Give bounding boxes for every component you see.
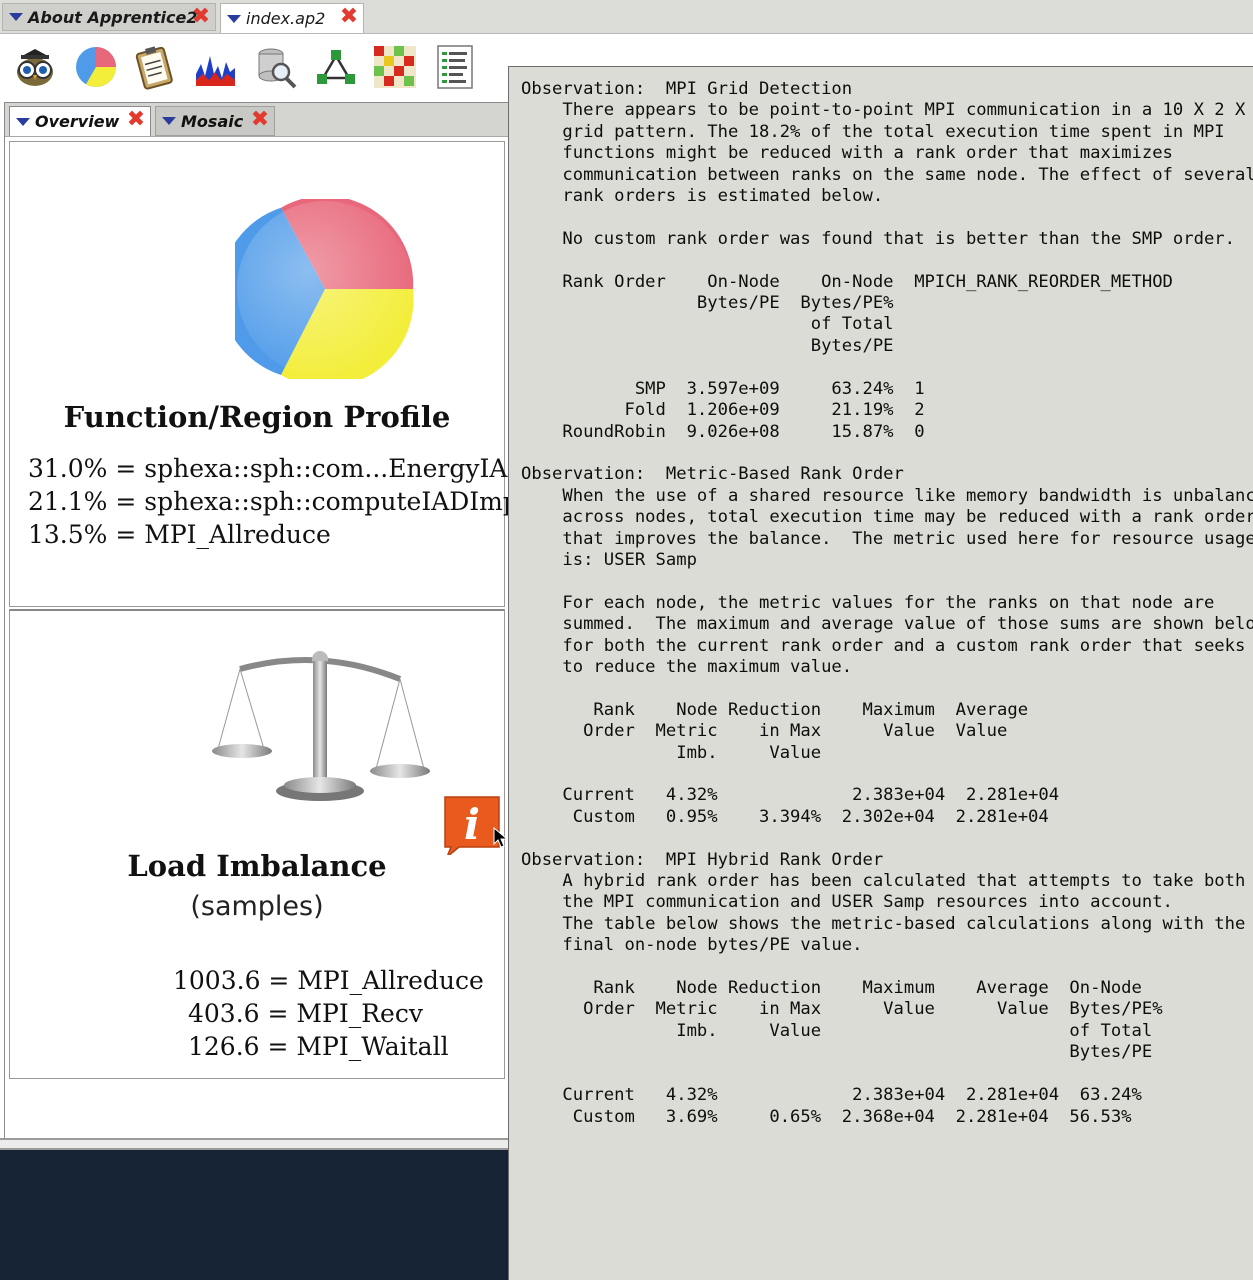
document-tab-bar: About Apprentice2 ✖ index.ap2 ✖	[0, 0, 1253, 34]
imbalance-title: Load Imbalance	[127, 849, 387, 883]
tab-menu-triangle-icon[interactable]	[16, 117, 30, 126]
tab-label: Overview	[35, 112, 120, 131]
divider	[0, 1138, 510, 1150]
tab-index-ap2[interactable]: index.ap2 ✖	[220, 3, 364, 33]
report-toolbar	[0, 34, 510, 102]
tab-mosaic[interactable]: Mosaic ✖	[155, 106, 275, 136]
profile-title: Function/Region Profile	[63, 400, 451, 434]
close-icon[interactable]: ✖	[191, 6, 211, 28]
profile-line: 31.0% = sphexa::sph::com...EnergyIAD	[28, 454, 528, 483]
pie-chart-icon[interactable]	[73, 44, 119, 90]
close-icon[interactable]: ✖	[339, 6, 359, 28]
clipboard-icon[interactable]	[132, 44, 178, 90]
text-report-icon[interactable]	[432, 44, 478, 90]
tab-about-apprentice2[interactable]: About Apprentice2 ✖	[2, 3, 216, 31]
tab-label: About Apprentice2	[28, 7, 198, 27]
observation-heading: Observation: Metric-Based Rank Order	[521, 464, 904, 485]
imbalance-subtitle: (samples)	[190, 891, 324, 922]
close-icon[interactable]: ✖	[250, 109, 270, 131]
observation-body: There appears to be point-to-point MPI c…	[562, 100, 1253, 442]
observation-heading: Observation: MPI Grid Detection	[521, 79, 853, 99]
info-glyph: i	[464, 800, 480, 849]
view-tab-bar: Overview ✖ Mosaic ✖	[5, 103, 509, 137]
tab-overview[interactable]: Overview ✖	[9, 106, 151, 136]
imbalance-line: 126.6 = MPI_Waitall	[188, 1032, 449, 1061]
observation-text: Observation: MPI Grid Detection There ap…	[509, 67, 1253, 1128]
mouse-cursor-icon	[493, 827, 509, 848]
mosaic-icon[interactable]	[372, 44, 418, 90]
function-profile-pane[interactable]: Function/Region Profile 31.0% = sphexa::…	[9, 141, 527, 607]
overview-panel: Overview ✖ Mosaic ✖ Function/Region Prof…	[4, 102, 527, 1142]
tab-label: index.ap2	[246, 9, 326, 28]
imbalance-line: 403.6 = MPI_Recv	[188, 999, 423, 1028]
observation-body: When the use of a shared resource like m…	[562, 485, 1253, 827]
histogram-icon[interactable]	[193, 44, 239, 90]
desktop-background	[0, 1150, 510, 1280]
profile-line: 13.5% = MPI_Allreduce	[28, 520, 331, 549]
tab-menu-triangle-icon[interactable]	[9, 13, 23, 21]
profile-line: 21.1% = sphexa::sph::computeIADImpl	[28, 487, 527, 516]
info-icon[interactable]: i	[441, 795, 501, 855]
observation-tooltip: Observation: MPI Grid Detection There ap…	[508, 66, 1253, 1280]
tab-label: Mosaic	[181, 111, 244, 131]
observation-heading: Observation: MPI Hybrid Rank Order	[521, 849, 884, 870]
imbalance-line: 1003.6 = MPI_Allreduce	[173, 966, 484, 995]
database-search-icon[interactable]	[253, 44, 299, 90]
load-imbalance-pane[interactable]: Load Imbalance (samples) 1003.6 = MPI_Al…	[9, 609, 505, 1079]
tab-menu-triangle-icon[interactable]	[162, 117, 176, 125]
observation-body: A hybrid rank order has been calculated …	[562, 871, 1246, 1127]
profile-pie-chart[interactable]	[235, 199, 415, 379]
close-icon[interactable]: ✖	[126, 109, 146, 131]
owl-icon[interactable]	[12, 44, 58, 90]
balance-scale-icon	[212, 651, 430, 801]
call-tree-icon[interactable]	[313, 44, 359, 90]
tab-menu-triangle-icon[interactable]	[227, 14, 241, 23]
